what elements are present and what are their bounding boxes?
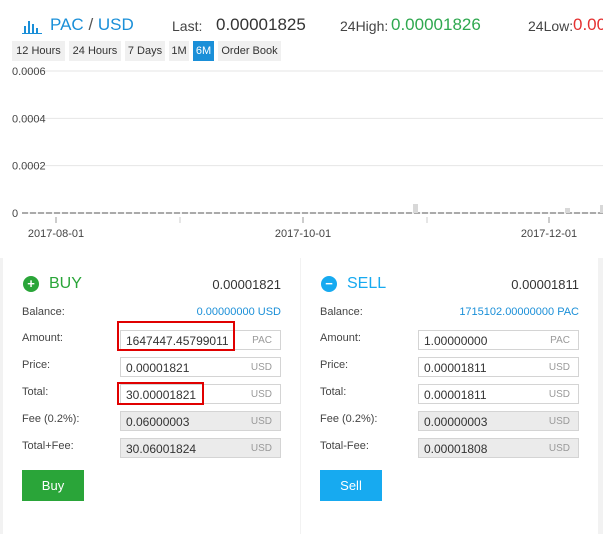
- buy-price-unit: USD: [250, 362, 272, 373]
- buy-fee-value: 0.06000003: [126, 415, 190, 429]
- x-tick-label: 2017-08-01: [28, 228, 84, 240]
- buy-fee-field: 0.06000003 USD: [120, 411, 281, 431]
- buy-fee-unit: USD: [250, 416, 272, 427]
- sell-price-value: 0.00001811: [424, 361, 487, 375]
- sell-balance-value[interactable]: 1715102.00000000 PAC: [459, 306, 579, 318]
- buy-total-label: Total:: [22, 386, 49, 398]
- buy-total-unit: USD: [250, 389, 272, 400]
- buy-balance-label: Balance:: [22, 306, 65, 318]
- buy-price-field[interactable]: 0.00001821 USD: [120, 357, 281, 377]
- 24h-high-value: 0.00001826: [391, 15, 481, 34]
- plus-circle-icon: +: [23, 276, 39, 292]
- tab-24-hours[interactable]: 24 Hours: [69, 41, 121, 61]
- tab-7-days[interactable]: 7 Days: [125, 41, 165, 61]
- 24h-high-label: 24High:: [340, 18, 389, 34]
- buy-price-value: 0.00001821: [126, 361, 190, 375]
- sell-total-value: 0.00001811: [424, 388, 487, 402]
- sell-totalfee-label: Total-Fee:: [320, 440, 369, 452]
- sell-fee-label: Fee (0.2%):: [320, 413, 378, 425]
- sell-balance-label: Balance:: [320, 306, 363, 318]
- minus-circle-icon: −: [321, 276, 337, 292]
- tab-1m[interactable]: 1M: [169, 41, 189, 61]
- buy-price-label: Price:: [22, 359, 51, 371]
- y-tick-label: 0.0006: [12, 66, 46, 78]
- sell-price-field[interactable]: 0.00001811 USD: [418, 357, 579, 377]
- sell-totalfee-unit: USD: [548, 443, 570, 454]
- sell-total-field[interactable]: 0.00001811 USD: [418, 384, 579, 404]
- sell-best-price: 0.00001811: [511, 277, 579, 292]
- bar-chart-icon: [22, 21, 42, 34]
- buy-totalfee-unit: USD: [250, 443, 272, 454]
- last-price-label: Last:: [172, 18, 203, 34]
- amount-highlight-box: [117, 321, 235, 351]
- y-tick-label: 0: [12, 208, 18, 220]
- price-chart: 0.0006 0.0004 0.0002 0 2017-08-01 2017-10-01…: [12, 66, 603, 240]
- sell-amount-label: Amount:: [320, 332, 361, 344]
- sell-button[interactable]: Sell: [320, 470, 382, 501]
- chart-y-axis: 0.0006 0.0004 0.0002 0: [12, 66, 46, 220]
- buy-balance-value[interactable]: 0.00000000 USD: [197, 306, 281, 318]
- buy-totalfee-value: 30.06001824: [126, 442, 197, 456]
- volume-bar: [565, 208, 570, 213]
- buy-best-price: 0.00001821: [212, 277, 281, 292]
- total-highlight-box: [117, 382, 204, 405]
- tab-order-book[interactable]: Order Book: [218, 41, 281, 61]
- buy-amount-label: Amount:: [22, 332, 63, 344]
- trading-pair[interactable]: PAC / USD: [50, 15, 134, 35]
- quote-currency: USD: [97, 15, 134, 34]
- sell-totalfee-value: 0.00001808: [424, 442, 488, 456]
- chart-bars: [22, 204, 603, 214]
- volume-bar: [413, 204, 418, 213]
- sell-title: SELL: [347, 275, 387, 292]
- base-currency: PAC: [50, 15, 84, 34]
- buy-totalfee-label: Total+Fee:: [22, 440, 74, 452]
- sell-fee-field: 0.00000003 USD: [418, 411, 579, 431]
- buy-totalfee-field: 30.06001824 USD: [120, 438, 281, 458]
- sell-amount-unit: PAC: [550, 335, 570, 346]
- x-tick-label: 2017-12-01: [521, 228, 577, 240]
- sell-amount-value: 1.00000000: [424, 334, 488, 348]
- sell-price-label: Price:: [320, 359, 349, 371]
- sell-panel: − SELL 0.00001811 Balance: 1715102.00000…: [301, 258, 598, 534]
- tab-6m[interactable]: 6M: [193, 41, 214, 61]
- y-tick-label: 0.0004: [12, 113, 46, 125]
- sell-totalfee-field: 0.00001808 USD: [418, 438, 579, 458]
- 24h-low-value: 0.00: [573, 15, 603, 34]
- buy-panel: + BUY 0.00001821 Balance: 0.00000000 USD…: [3, 258, 300, 534]
- sell-amount-field[interactable]: 1.00000000 PAC: [418, 330, 579, 350]
- buy-fee-label: Fee (0.2%):: [22, 413, 80, 425]
- buy-button[interactable]: Buy: [22, 470, 84, 501]
- market-header-area: PAC / USD Last: 0.00001825 24High: 0.000…: [0, 0, 603, 258]
- chart-x-axis: 2017-08-01 2017-10-01 2017-12-01: [28, 217, 577, 240]
- sell-total-label: Total:: [320, 386, 347, 398]
- ticker-bar: PAC / USD Last: 0.00001825 24High: 0.000…: [0, 14, 603, 40]
- 24h-low-label: 24Low:: [528, 18, 574, 34]
- sell-price-unit: USD: [548, 362, 570, 373]
- chart-grid: [22, 70, 603, 214]
- sell-fee-value: 0.00000003: [424, 415, 488, 429]
- sell-total-unit: USD: [548, 389, 570, 400]
- buy-amount-unit: PAC: [252, 335, 272, 346]
- last-price-value: 0.00001825: [216, 15, 306, 34]
- sell-fee-unit: USD: [548, 416, 570, 427]
- buy-title: BUY: [49, 275, 82, 292]
- pair-separator: /: [88, 15, 94, 34]
- tab-12-hours[interactable]: 12 Hours: [12, 41, 65, 61]
- y-tick-label: 0.0002: [12, 161, 46, 173]
- x-tick-label: 2017-10-01: [275, 228, 331, 240]
